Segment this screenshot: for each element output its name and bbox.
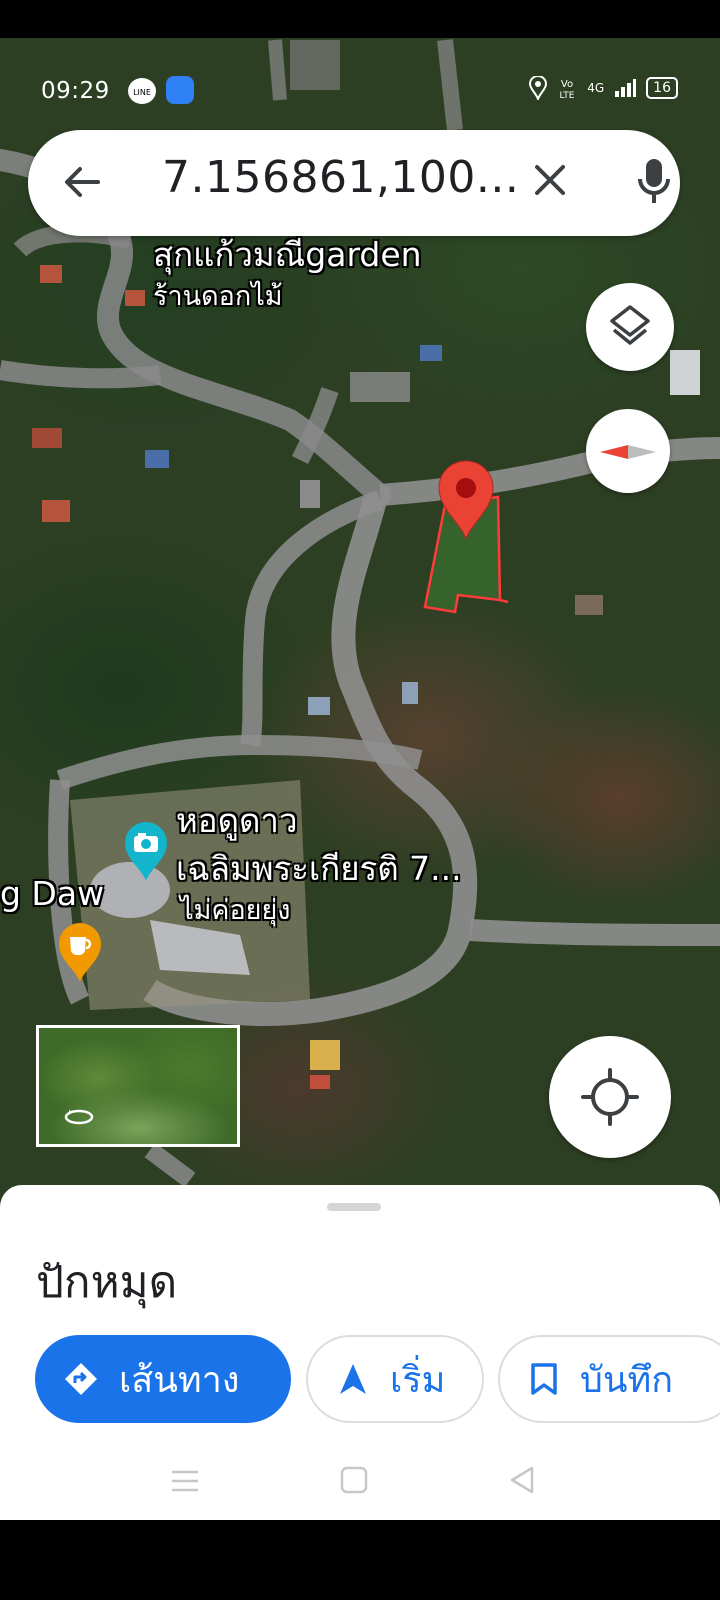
start-label: เริ่ม [390, 1359, 446, 1401]
cafe-poi-icon[interactable] [57, 922, 103, 984]
search-bar[interactable]: 7.156861,100... [28, 130, 680, 236]
arrow-back-icon[interactable] [60, 160, 104, 204]
observatory-status-label: ไม่ค่อยยุ่ง [180, 895, 291, 926]
menu-nav-icon[interactable] [170, 1467, 200, 1495]
back-nav-icon[interactable] [507, 1465, 537, 1495]
battery-indicator: 16 [646, 77, 678, 99]
save-label: บันทึก [580, 1359, 673, 1401]
partial-place-label[interactable]: g Daw [0, 874, 104, 913]
search-query[interactable]: 7.156861,100... [162, 152, 519, 203]
shop-type-label[interactable]: ร้านดอกไม้ [153, 274, 283, 317]
directions-icon [65, 1363, 97, 1395]
save-button[interactable]: บันทึก [498, 1335, 720, 1423]
mic-icon[interactable] [636, 157, 672, 207]
my-location-button[interactable] [549, 1036, 671, 1158]
svg-text:Vo: Vo [561, 79, 573, 90]
status-bar: 09:29 LINE Vo LTE 4G 16 [0, 38, 720, 104]
compass-button[interactable] [586, 409, 670, 493]
street-view-thumbnail[interactable] [36, 1025, 240, 1147]
my-location-icon [581, 1068, 639, 1126]
camera-poi-icon[interactable] [123, 821, 169, 883]
observatory-name-label[interactable]: หอดูดาว [176, 794, 298, 847]
status-right-icons: Vo LTE 4G 16 [529, 76, 678, 100]
close-icon[interactable] [530, 160, 570, 200]
layers-icon [610, 305, 650, 345]
line-icon: LINE [128, 78, 156, 104]
compass-icon [600, 445, 656, 459]
svg-text:LTE: LTE [560, 91, 575, 100]
volte-icon: VoLTE [560, 79, 575, 100]
sheet-drag-handle[interactable] [327, 1203, 381, 1211]
location-pin-icon[interactable] [435, 459, 497, 541]
signal-icon [615, 79, 637, 97]
sheet-title: ปักหมุด [36, 1257, 178, 1308]
location-status-icon [529, 76, 548, 100]
bookmark-icon [531, 1363, 557, 1395]
system-nav-bar [0, 1440, 720, 1520]
home-nav-icon[interactable] [339, 1465, 369, 1495]
directions-label: เส้นทาง [119, 1359, 240, 1401]
start-button[interactable]: เริ่ม [306, 1335, 484, 1423]
navigation-arrow-icon [340, 1364, 366, 1394]
svg-text:LINE: LINE [133, 88, 151, 97]
app-icon [166, 76, 194, 104]
rotate-360-icon [64, 1109, 94, 1125]
bottom-bezel [0, 1530, 720, 1600]
layers-button[interactable] [586, 283, 674, 371]
status-time: 09:29 [41, 78, 110, 104]
network-type: 4G [587, 81, 605, 95]
directions-button[interactable]: เส้นทาง [35, 1335, 291, 1423]
